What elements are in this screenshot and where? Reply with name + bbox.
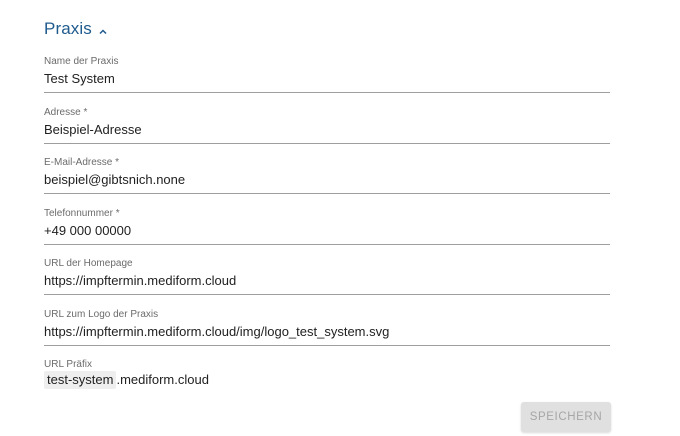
logo-url-label: URL zum Logo der Praxis — [44, 309, 159, 320]
homepage-url-field: URL der Homepage — [44, 258, 610, 298]
praxis-name-field: Name der Praxis — [44, 56, 610, 96]
praxis-name-input[interactable] — [44, 70, 610, 88]
logo-url-underline — [44, 345, 610, 346]
save-button[interactable]: SPEICHERN — [521, 402, 611, 432]
section-header-praxis[interactable]: Praxis — [44, 19, 108, 39]
email-input[interactable] — [44, 171, 610, 189]
address-underline — [44, 143, 610, 144]
url-prefix-label: URL Präfix — [44, 359, 92, 370]
chevron-up-icon[interactable] — [98, 24, 108, 35]
phone-underline — [44, 244, 610, 245]
address-label: Adresse * — [44, 107, 88, 118]
praxis-settings-page: Praxis Name der Praxis Adresse * E-Mail-… — [0, 0, 680, 436]
phone-label: Telefonnummer * — [44, 208, 120, 219]
logo-url-field: URL zum Logo der Praxis — [44, 309, 610, 349]
homepage-url-label: URL der Homepage — [44, 258, 133, 269]
phone-input[interactable] — [44, 222, 610, 240]
email-field: E-Mail-Adresse * — [44, 157, 610, 197]
address-field: Adresse * — [44, 107, 610, 147]
phone-field: Telefonnummer * — [44, 208, 610, 248]
url-prefix-suffix: .mediform.cloud — [116, 372, 209, 387]
address-input[interactable] — [44, 121, 610, 139]
logo-url-input[interactable] — [44, 323, 610, 341]
praxis-name-label: Name der Praxis — [44, 56, 119, 67]
homepage-url-underline — [44, 294, 610, 295]
email-label: E-Mail-Adresse * — [44, 157, 120, 168]
section-title: Praxis — [44, 19, 92, 38]
email-underline — [44, 193, 610, 194]
praxis-name-underline — [44, 92, 610, 93]
url-prefix-input[interactable]: test-system — [44, 371, 117, 389]
url-prefix-field: test-system .mediform.cloud — [44, 371, 209, 389]
homepage-url-input[interactable] — [44, 272, 610, 290]
